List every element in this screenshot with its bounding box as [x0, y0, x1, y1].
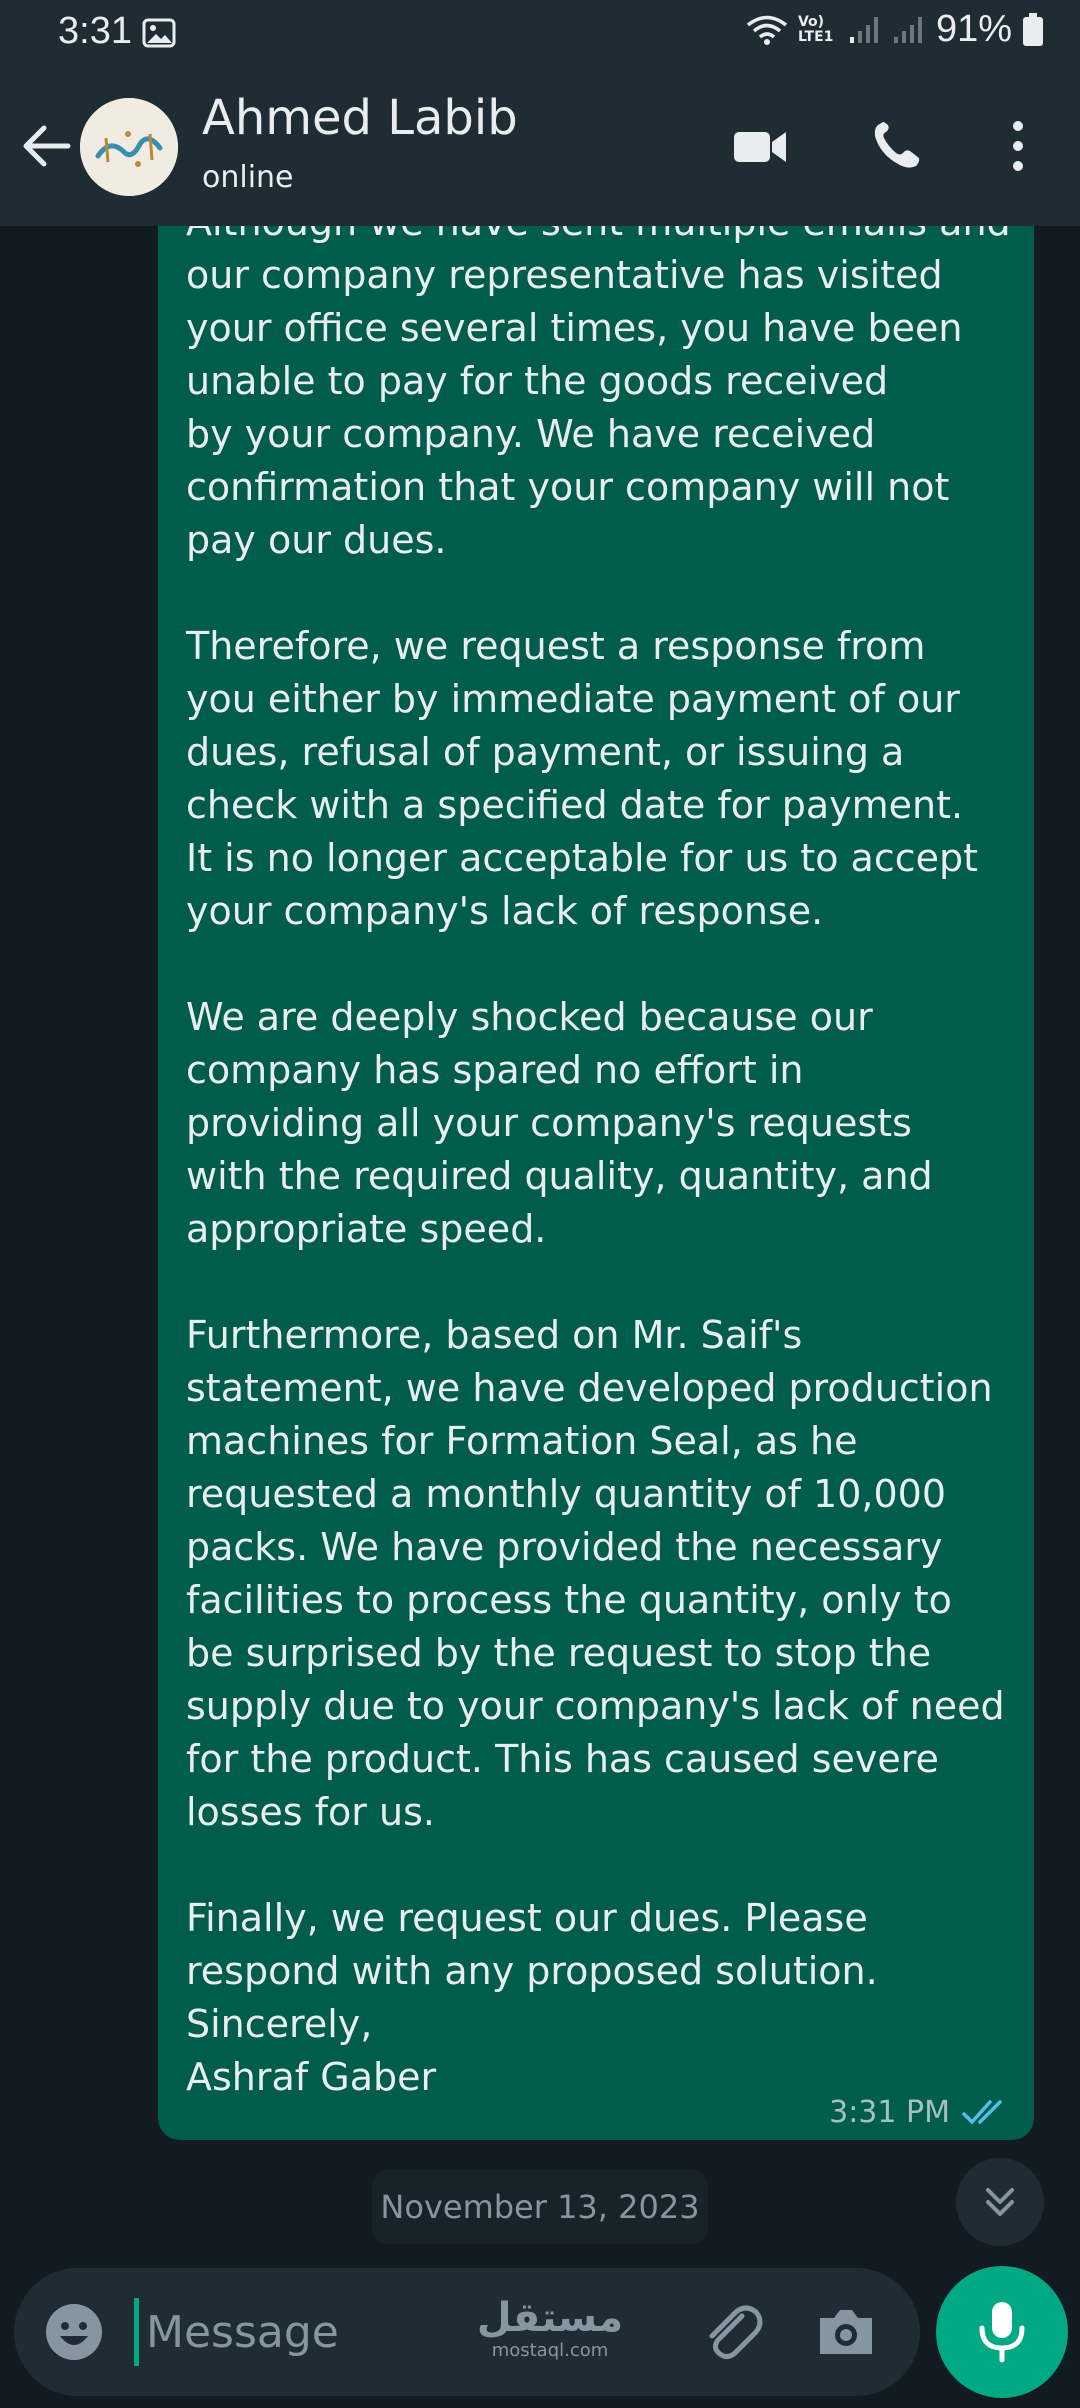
microphone-icon	[979, 2302, 1025, 2363]
more-options-icon[interactable]	[988, 118, 1048, 174]
camera-icon[interactable]	[814, 2300, 878, 2364]
gallery-notification-icon	[142, 18, 176, 48]
contact-avatar[interactable]	[80, 98, 178, 196]
battery-icon	[1023, 12, 1043, 46]
attach-paperclip-icon[interactable]	[698, 2298, 764, 2364]
status-time: 3:31	[58, 10, 132, 52]
mostaql-watermark: مستقل mostaql.com	[470, 2296, 630, 2362]
wifi-icon	[746, 15, 788, 45]
message-time: 3:31 PM	[829, 2095, 950, 2130]
outgoing-message-bubble[interactable]: Although we have sent multiple emails an…	[158, 200, 1034, 2140]
signal-sim2-icon	[893, 16, 922, 43]
video-call-icon[interactable]	[730, 118, 790, 174]
message-composer: مستقل mostaql.com	[14, 2268, 920, 2396]
signal-sim1-icon	[849, 16, 878, 43]
read-double-check-icon	[962, 2099, 1002, 2125]
watermark-latin: mostaql.com	[491, 2340, 609, 2361]
scroll-to-bottom-button[interactable]	[956, 2158, 1044, 2246]
calligraphy-avatar-image	[80, 98, 178, 196]
chat-header: Ahmed Labib online	[0, 66, 1080, 226]
watermark-arabic: مستقل	[476, 2295, 624, 2341]
network-type-label: Vo) LTE1	[797, 13, 834, 45]
voice-call-icon[interactable]	[868, 118, 928, 174]
battery-percentage: 91%	[935, 8, 1012, 50]
message-text: Although we have sent multiple emails an…	[186, 200, 1011, 2099]
message-meta: 3:31 PM	[829, 2095, 1010, 2130]
status-indicators: Vo) LTE1 91%	[746, 8, 1044, 51]
text-cursor	[134, 2298, 139, 2366]
status-bar: 3:31 Vo) LTE1 91%	[0, 0, 1080, 66]
double-chevron-down-icon	[986, 2188, 1014, 2216]
emoji-icon[interactable]	[44, 2302, 104, 2362]
message-input[interactable]	[146, 2296, 446, 2368]
contact-status: online	[202, 160, 294, 195]
back-arrow-icon[interactable]	[16, 116, 76, 176]
contact-name[interactable]: Ahmed Labib	[202, 90, 518, 146]
voice-message-button[interactable]	[936, 2266, 1068, 2398]
date-separator: November 13, 2023	[372, 2170, 708, 2244]
